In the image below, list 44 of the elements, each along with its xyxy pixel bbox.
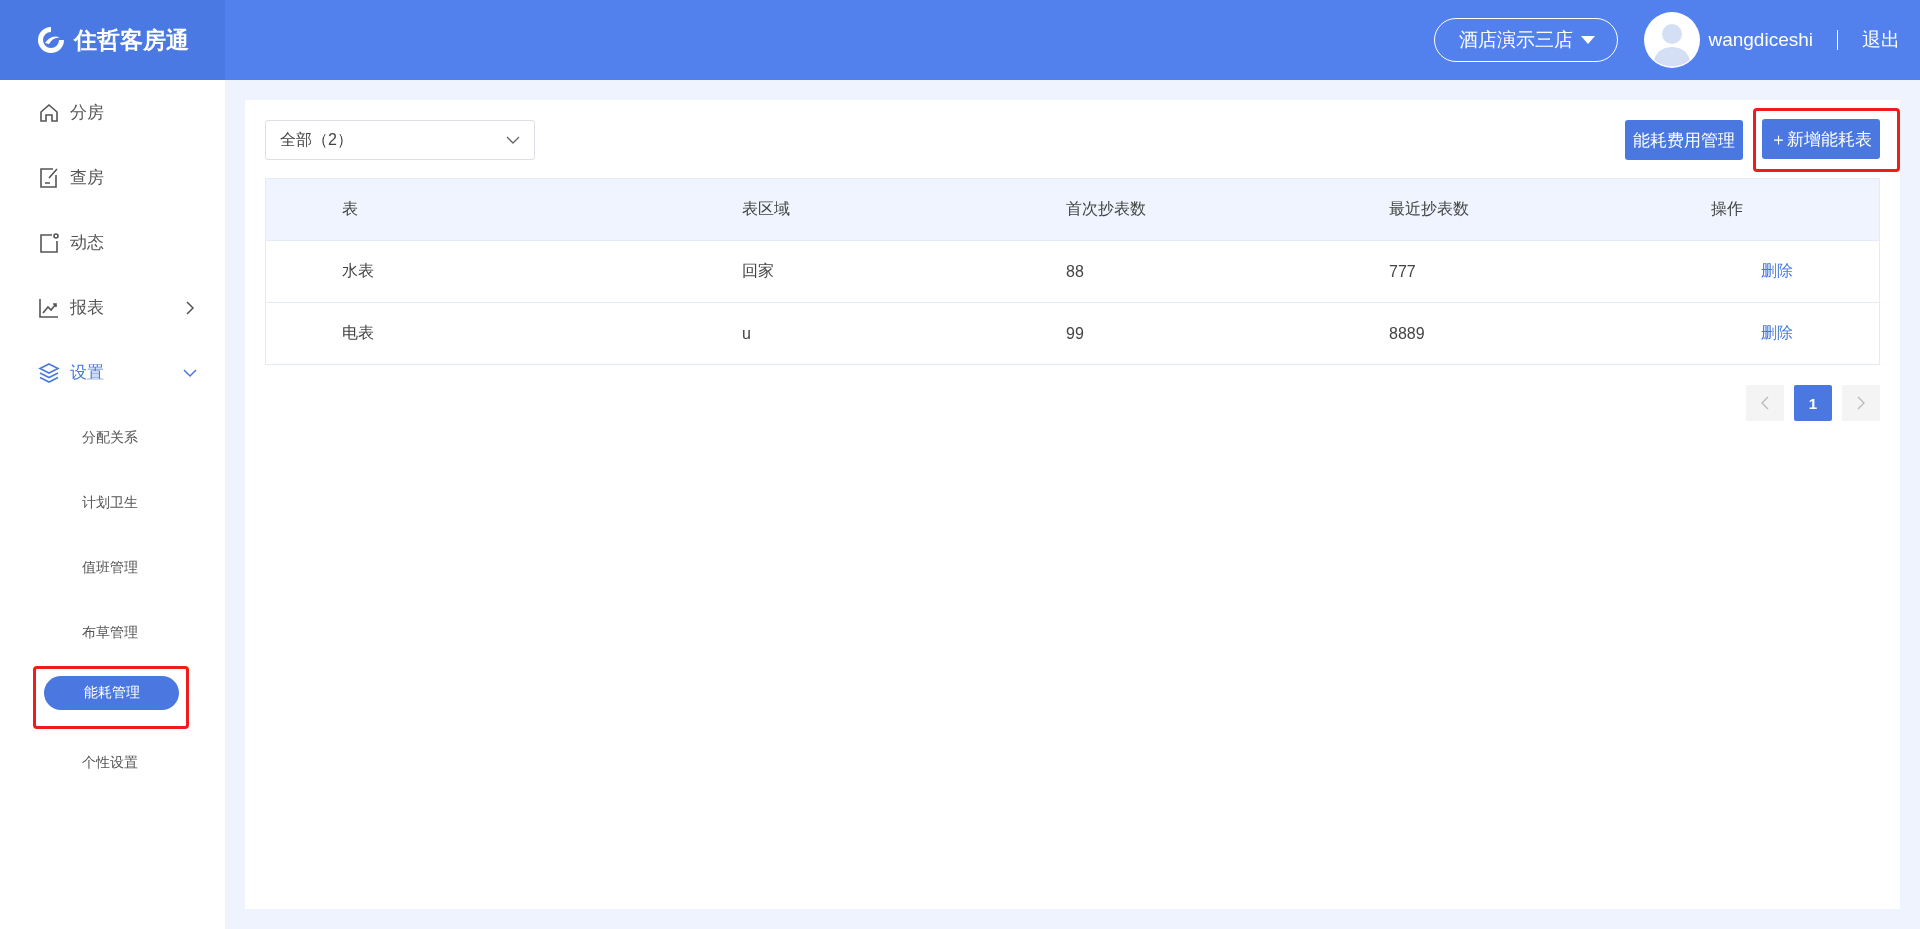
- logo-text: 住哲客房通: [74, 25, 189, 55]
- username[interactable]: wangdiceshi: [1708, 29, 1813, 51]
- logout-link[interactable]: 退出: [1862, 27, 1900, 53]
- home-icon: [38, 101, 60, 124]
- nav-item[interactable]: 分房: [0, 80, 225, 145]
- nav-item[interactable]: 查房: [0, 145, 225, 210]
- layers-icon: [38, 361, 60, 384]
- chart-icon: [38, 296, 60, 319]
- nav-subitem[interactable]: 计划卫生: [0, 493, 138, 512]
- delete-link[interactable]: 删除: [1761, 324, 1793, 341]
- avatar-icon[interactable]: [1644, 12, 1701, 68]
- nav-item[interactable]: 报表: [0, 275, 225, 340]
- nav-subitem[interactable]: 值班管理: [0, 558, 138, 577]
- table-cell-text: 8889: [1389, 324, 1426, 343]
- table-cell-text: 电表: [342, 323, 375, 343]
- primary-button[interactable]: ＋新增能耗表: [1762, 119, 1880, 159]
- delete-link[interactable]: 删除: [1761, 262, 1793, 279]
- page-button[interactable]: 1: [1794, 385, 1832, 421]
- nav-item[interactable]: 设置: [0, 340, 225, 405]
- edit-icon: [38, 166, 60, 189]
- column-header: 最近抄表数: [1389, 199, 1470, 219]
- table-cell-text: 回家: [742, 261, 775, 281]
- chevron-left-icon: [1761, 396, 1769, 410]
- chevron-right-icon: [1857, 396, 1865, 410]
- nav-subitem[interactable]: 布草管理: [0, 623, 138, 642]
- nav-subitem[interactable]: 分配关系: [0, 428, 138, 447]
- caret-icon: [1581, 36, 1596, 44]
- logo-icon: [36, 25, 66, 55]
- note-icon: [38, 231, 60, 254]
- column-header: 表区域: [742, 199, 791, 219]
- table-cell-text: 88: [1066, 262, 1085, 281]
- nav-subitem[interactable]: 个性设置: [0, 753, 138, 772]
- chevron-down-icon: [506, 136, 520, 144]
- nav-subitem[interactable]: 能耗管理: [44, 676, 179, 710]
- filter-dropdown[interactable]: 全部（2）: [265, 120, 535, 160]
- table-cell-text: 99: [1066, 324, 1085, 343]
- primary-button[interactable]: 能耗费用管理: [1625, 120, 1743, 160]
- table-cell-text: 777: [1389, 262, 1417, 281]
- column-header: 首次抄表数: [1066, 199, 1147, 219]
- nav-item[interactable]: 动态: [0, 210, 225, 275]
- table-cell-text: 水表: [342, 261, 375, 281]
- column-header: 操作: [1711, 199, 1744, 219]
- column-header: 表: [342, 199, 359, 219]
- table-cell-text: u: [742, 324, 752, 343]
